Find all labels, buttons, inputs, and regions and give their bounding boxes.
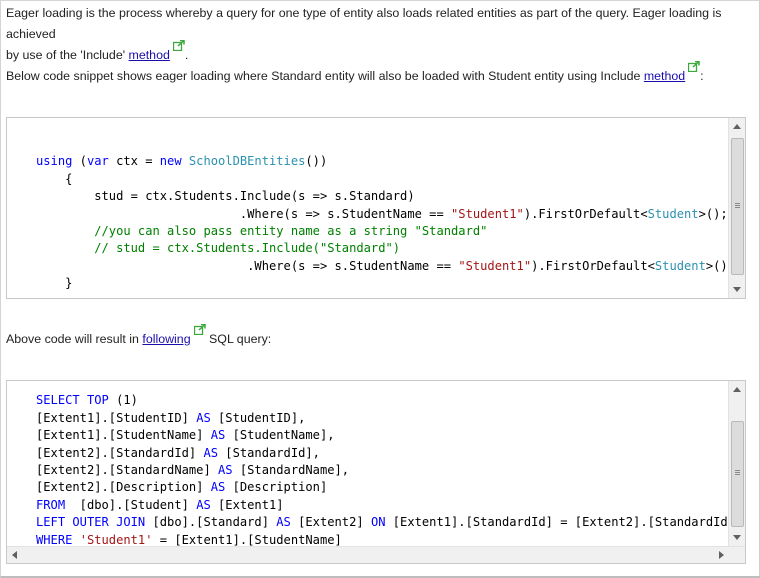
code-line: { [36, 171, 73, 186]
code-line: .Where(s => s.StudentName == "Student1")… [36, 206, 728, 221]
scroll-right-arrow-icon[interactable] [719, 551, 724, 559]
snippet-paragraph: Below code snippet shows eager loading w… [6, 61, 704, 87]
code-line: [Extent2].[StandardId] AS [StandardId], [36, 445, 320, 460]
intro-line-2: by use of the 'Include' method. [6, 40, 760, 66]
method-link-2[interactable]: method [644, 69, 685, 83]
external-link-icon [172, 40, 185, 51]
code-line: //you can also pass entity name as a str… [36, 224, 488, 239]
method-link-1[interactable]: method [129, 48, 170, 62]
code-line: FROM [dbo].[Student] AS [Extent1] [36, 497, 284, 512]
csharp-code-block[interactable]: using (var ctx = new SchoolDBEntities())… [6, 117, 746, 299]
sql-intro-paragraph: Above code will result in following SQL … [6, 324, 272, 350]
code-line: stud = ctx.Students.Include(s => s.Stand… [36, 189, 415, 204]
intro-line-2-text: by use of the 'Include' [6, 48, 129, 62]
scroll-down-arrow-icon[interactable] [733, 535, 741, 540]
code-line: SELECT TOP (1) [36, 393, 138, 408]
code-line: [Extent2].[Description] AS [Description] [36, 480, 328, 495]
code-line: [Extent2].[StandardName] AS [StandardNam… [36, 463, 350, 478]
vertical-scrollbar[interactable] [728, 118, 745, 298]
code-line: // stud = ctx.Students.Include("Standard… [36, 241, 401, 256]
intro-line-1: Eager loading is the process whereby a q… [6, 6, 722, 41]
code-line: [Extent1].[StudentName] AS [StudentName]… [36, 428, 335, 443]
vertical-scrollbar[interactable] [728, 381, 745, 546]
scroll-down-arrow-icon[interactable] [733, 287, 741, 292]
code-line: [Extent1].[StudentID] AS [StudentID], [36, 410, 306, 425]
sql-intro-text-end: SQL query: [205, 332, 272, 346]
horizontal-scrollbar[interactable] [7, 546, 745, 563]
code-line: LEFT OUTER JOIN [dbo].[Standard] AS [Ext… [36, 515, 735, 530]
snippet-text-end: : [700, 69, 704, 83]
sql-code: SELECT TOP (1) [Extent1].[StudentID] AS [… [36, 381, 735, 563]
scroll-up-arrow-icon[interactable] [733, 387, 741, 392]
external-link-icon [688, 61, 700, 72]
sql-intro-text: Above code will result in [6, 332, 143, 346]
snippet-text: Below code snippet shows eager loading w… [6, 69, 644, 83]
following-link[interactable]: following [142, 332, 190, 346]
external-link-icon [193, 324, 206, 335]
code-line: } [36, 276, 73, 291]
scroll-up-arrow-icon[interactable] [733, 124, 741, 129]
code-line: using (var ctx = new SchoolDBEntities()) [36, 154, 328, 169]
csharp-code: using (var ctx = new SchoolDBEntities())… [36, 136, 735, 298]
intro-paragraph: Eager loading is the process whereby a q… [6, 3, 760, 66]
scrollbar-thumb[interactable] [731, 421, 744, 527]
code-line: .Where(s => s.StudentName == "Student1")… [36, 258, 735, 273]
intro-line-2-end: . [184, 48, 189, 62]
sql-code-block[interactable]: SELECT TOP (1) [Extent1].[StudentID] AS [… [6, 380, 746, 564]
scrollbar-thumb[interactable] [731, 138, 744, 275]
scroll-left-arrow-icon[interactable] [12, 551, 17, 559]
